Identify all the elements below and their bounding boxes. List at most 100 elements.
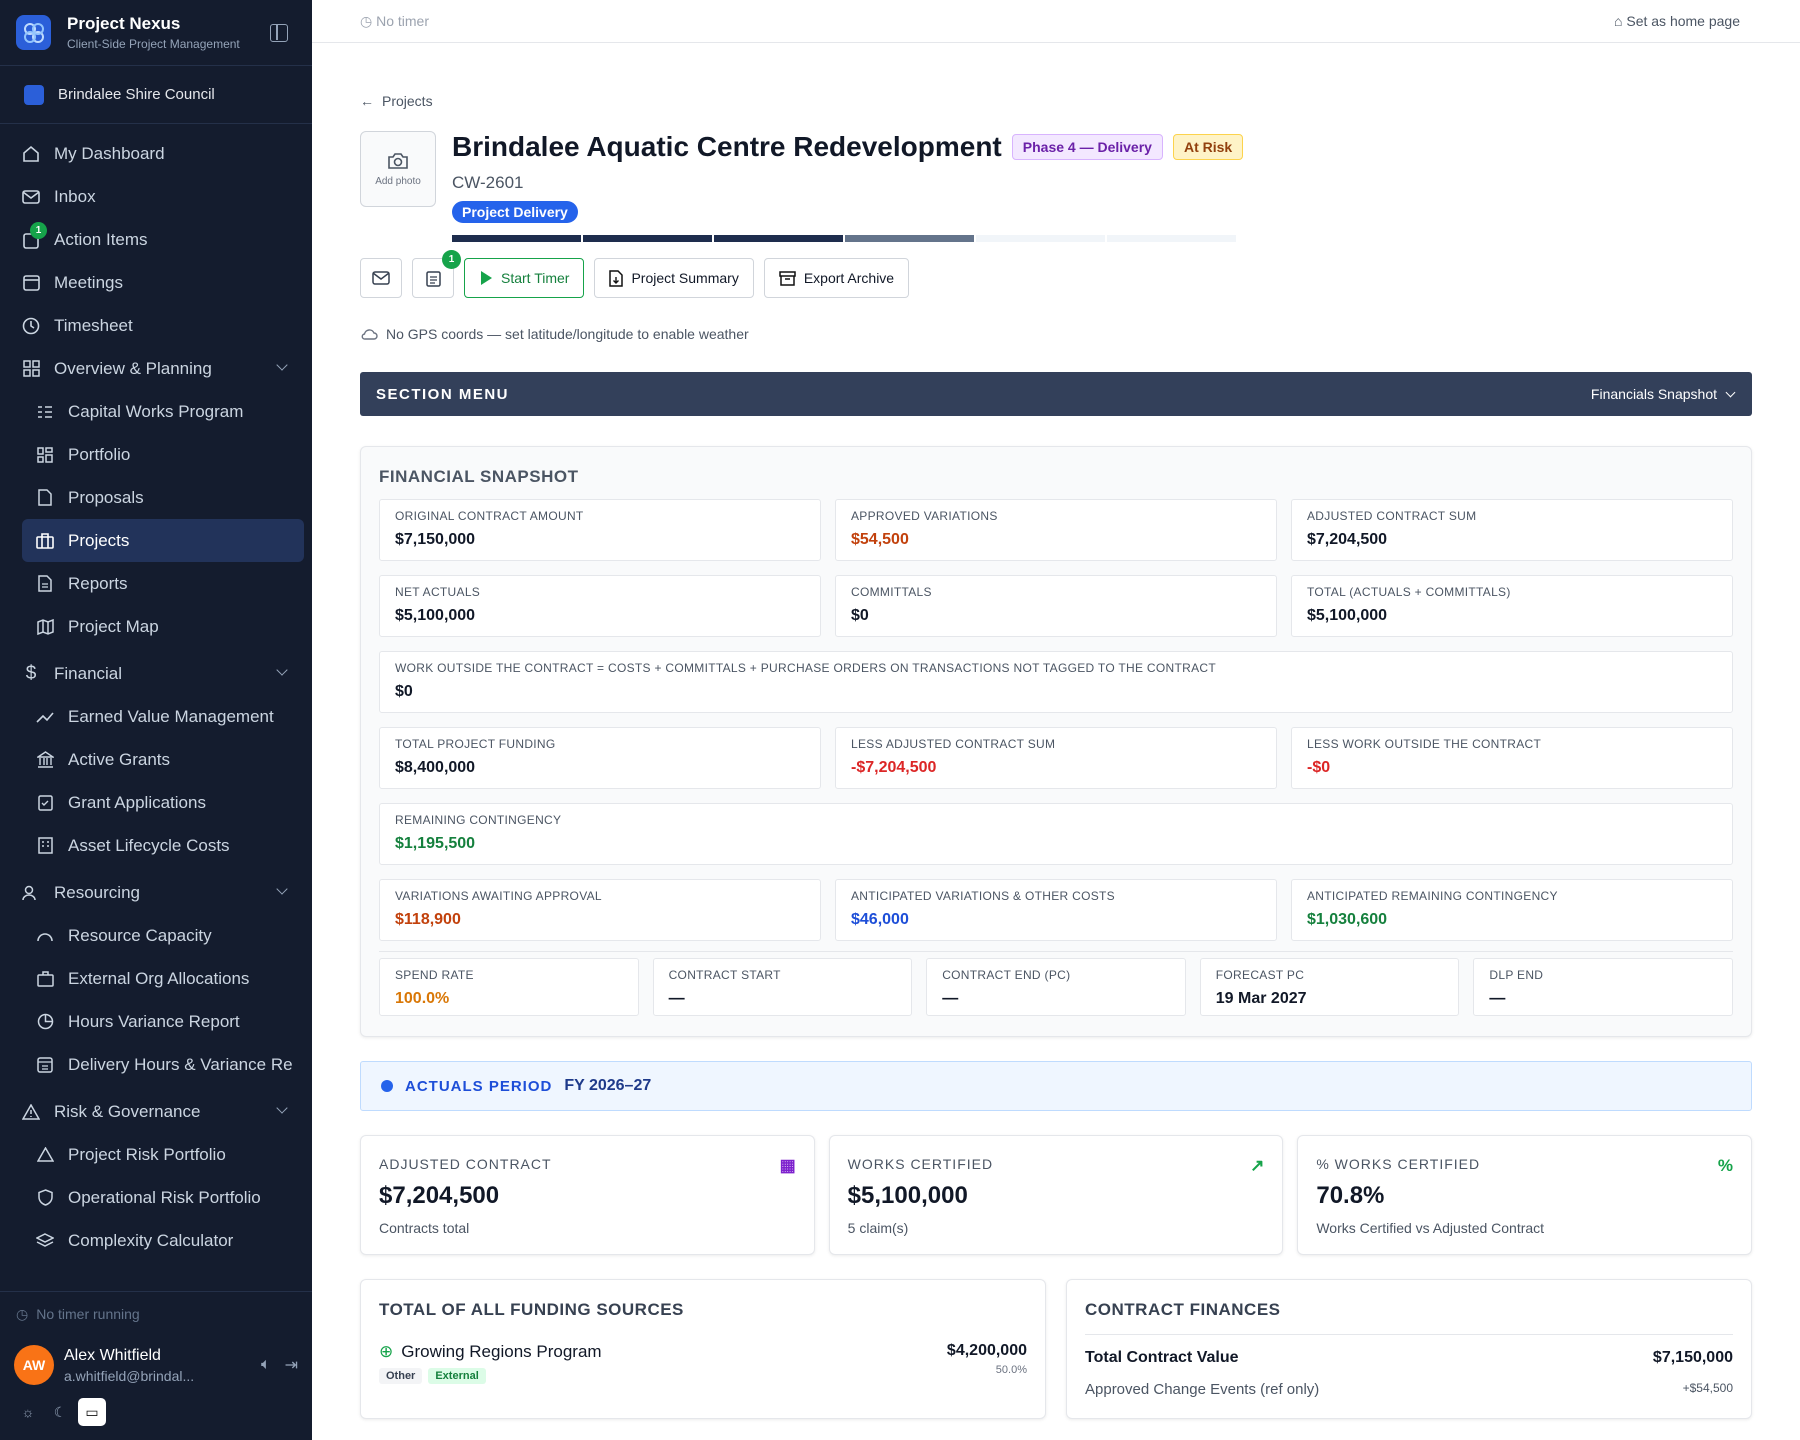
sidebar-item-label: Project Map bbox=[68, 616, 159, 636]
sidebar-item-operational-risk[interactable]: Operational Risk Portfolio bbox=[0, 1176, 312, 1219]
sidebar-item-timesheet[interactable]: Timesheet bbox=[0, 304, 312, 347]
light-theme-icon[interactable]: ☼ bbox=[14, 1398, 42, 1426]
sidebar-item-hours-variance[interactable]: Hours Variance Report bbox=[0, 1000, 312, 1043]
sidebar-item-label: Overview & Planning bbox=[54, 358, 212, 378]
sidebar-item-action-items[interactable]: 1 Action Items bbox=[0, 218, 312, 261]
clock-icon bbox=[22, 317, 40, 335]
sidebar-item-label: Project Risk Portfolio bbox=[68, 1144, 226, 1164]
app-subtitle: Client-Side Project Management bbox=[67, 37, 240, 51]
sidebar-item-label: Inbox bbox=[54, 186, 96, 206]
sidebar-item-active-grants[interactable]: Active Grants bbox=[0, 738, 312, 781]
camera-icon bbox=[388, 152, 408, 169]
action-items-button[interactable]: 1 bbox=[412, 250, 461, 298]
financial-snapshot-title: FINANCIAL SNAPSHOT bbox=[379, 467, 579, 486]
system-theme-icon[interactable]: ▭ bbox=[78, 1398, 106, 1426]
kpi-subtext: Works Certified vs Adjusted Contract bbox=[1316, 1220, 1545, 1236]
export-archive-button[interactable]: Export Archive bbox=[763, 258, 910, 298]
file-download-icon bbox=[609, 269, 624, 287]
actuals-period-label: ACTUALS PERIOD bbox=[405, 1077, 553, 1095]
sidebar-group-overview[interactable]: Overview & Planning bbox=[0, 347, 312, 390]
metric-label: ANTICIPATED REMAINING CONTINGENCY bbox=[1307, 889, 1558, 903]
kpi-card: ADJUSTED CONTRACT $7,204,500 Contracts tot… bbox=[360, 1135, 815, 1255]
briefcase-icon bbox=[36, 532, 54, 550]
add-photo-button[interactable]: Add photo bbox=[360, 131, 436, 207]
financial-snapshot-grid: ORIGINAL CONTRACT AMOUNT $7,150,000 APPROV… bbox=[379, 499, 1733, 941]
progress-segment bbox=[845, 235, 974, 242]
sidebar-item-reports[interactable]: Reports bbox=[0, 562, 312, 605]
dark-theme-icon[interactable]: ☾ bbox=[46, 1398, 74, 1426]
snapshot-row: ORIGINAL CONTRACT AMOUNT $7,150,000 APPROV… bbox=[379, 499, 1733, 561]
funding-source-name: Growing Regions Program bbox=[401, 1342, 602, 1361]
sidebar-item-label: External Org Allocations bbox=[68, 968, 250, 988]
file-icon bbox=[36, 489, 54, 507]
sidebar-item-meetings[interactable]: Meetings bbox=[0, 261, 312, 304]
project-header: Add photo Brindalee Aquatic Centre Redev… bbox=[360, 131, 1752, 242]
metric-label: NET ACTUALS bbox=[395, 585, 481, 599]
sidebar-item-label: Active Grants bbox=[68, 749, 171, 769]
gauge-icon bbox=[36, 927, 54, 945]
sidebar-item-portfolio[interactable]: Portfolio bbox=[0, 433, 312, 476]
metric-label: ANTICIPATED VARIATIONS & OTHER COSTS bbox=[851, 889, 1115, 903]
progress-segment bbox=[1107, 235, 1236, 242]
sidebar-item-proposals[interactable]: Proposals bbox=[0, 476, 312, 519]
sidebar-item-capital-works[interactable]: Capital Works Program bbox=[0, 390, 312, 433]
progress-segment bbox=[452, 235, 581, 242]
sidebar-item-label: Meetings bbox=[54, 272, 123, 292]
sidebar-item-label: Earned Value Management bbox=[68, 706, 274, 726]
chevron-down-icon bbox=[276, 1102, 288, 1114]
timer-status: ◷ No timer running bbox=[0, 1292, 312, 1336]
metric-value: $46,000 bbox=[851, 911, 909, 928]
metric-value: $1,195,500 bbox=[395, 835, 476, 852]
sidebar-group-risk[interactable]: Risk & Governance bbox=[0, 1090, 312, 1133]
sidebar-item-inbox[interactable]: Inbox bbox=[0, 175, 312, 218]
app-title: Project Nexus bbox=[67, 14, 181, 33]
mail-icon bbox=[372, 271, 390, 285]
back-to-projects-link[interactable]: ← Projects bbox=[360, 93, 1752, 109]
status-dot bbox=[381, 1080, 393, 1092]
org-switcher[interactable]: Brindalee Shire Council bbox=[0, 66, 312, 124]
speaker-icon[interactable]: 🔈︎ bbox=[261, 1356, 271, 1374]
sidebar-group-financial[interactable]: $ Financial bbox=[0, 652, 312, 695]
contract-total-row: Total Contract Value $7,150,000 bbox=[1085, 1334, 1733, 1367]
pie-chart-icon bbox=[36, 1013, 54, 1031]
sidebar-group-resourcing[interactable]: Resourcing bbox=[0, 871, 312, 914]
kpi-card: WORKS CERTIFIED $5,100,000 5 claim(s) ↗ bbox=[828, 1135, 1284, 1255]
project-summary-button[interactable]: Project Summary bbox=[594, 258, 754, 298]
sidebar-item-projects[interactable]: Projects bbox=[22, 519, 304, 562]
sidebar-item-grant-applications[interactable]: Grant Applications bbox=[0, 781, 312, 824]
snapshot-metric: ADJUSTED CONTRACT SUM $7,204,500 bbox=[1291, 499, 1733, 561]
metric-value: $0 bbox=[851, 607, 869, 624]
percent-icon: % bbox=[1717, 1156, 1734, 1175]
sidebar-item-complexity[interactable]: Complexity Calculator bbox=[0, 1219, 312, 1262]
dollar-icon: $ bbox=[25, 662, 37, 684]
snapshot-row: REMAINING CONTINGENCY $1,195,500 bbox=[379, 803, 1733, 865]
user-profile[interactable]: AW Alex Whitfield a.whitfield@brindal...… bbox=[0, 1336, 312, 1394]
theme-switcher: ☼ ☾ ▭ bbox=[0, 1394, 312, 1440]
metric-label: LESS WORK OUTSIDE THE CONTRACT bbox=[1307, 737, 1542, 751]
set-home-button[interactable]: ⌂ Set as home page bbox=[1614, 13, 1740, 29]
top-bar: ◷ No timer ⌂ Set as home page bbox=[312, 0, 1800, 43]
logout-icon[interactable]: ⇥ bbox=[285, 1355, 298, 1375]
sidebar-item-dashboard[interactable]: My Dashboard bbox=[0, 132, 312, 175]
sidebar-item-evm[interactable]: Earned Value Management bbox=[0, 695, 312, 738]
chevron-down-icon bbox=[276, 664, 288, 676]
funding-percent: 50.0% bbox=[995, 1364, 1027, 1376]
collapse-sidebar-icon[interactable] bbox=[270, 24, 288, 42]
progress-segment bbox=[976, 235, 1105, 242]
section-menu[interactable]: SECTION MENU Financials Snapshot bbox=[360, 372, 1752, 416]
start-timer-button[interactable]: Start Timer bbox=[464, 258, 585, 298]
sidebar-item-asset-lifecycle[interactable]: Asset Lifecycle Costs bbox=[0, 824, 312, 867]
sidebar-item-delivery-hours[interactable]: Delivery Hours & Variance Re bbox=[0, 1043, 312, 1086]
metric-label: VARIATIONS AWAITING APPROVAL bbox=[395, 889, 602, 903]
timer-indicator[interactable]: ◷ No timer bbox=[360, 13, 429, 30]
sidebar-item-resource-capacity[interactable]: Resource Capacity bbox=[0, 914, 312, 957]
snapshot-metric: TOTAL (ACTUALS + COMMITTALS) $5,100,000 bbox=[1291, 575, 1733, 637]
sidebar-item-external-org[interactable]: External Org Allocations bbox=[0, 957, 312, 1000]
calendar-icon bbox=[22, 274, 40, 292]
metric-value: 19 Mar 2027 bbox=[1215, 990, 1307, 1007]
sidebar-item-project-risk[interactable]: Project Risk Portfolio bbox=[0, 1133, 312, 1176]
map-icon bbox=[36, 618, 54, 636]
email-button[interactable] bbox=[360, 258, 402, 298]
sidebar-item-project-map[interactable]: Project Map bbox=[0, 605, 312, 648]
set-home-label: Set as home page bbox=[1626, 13, 1740, 29]
